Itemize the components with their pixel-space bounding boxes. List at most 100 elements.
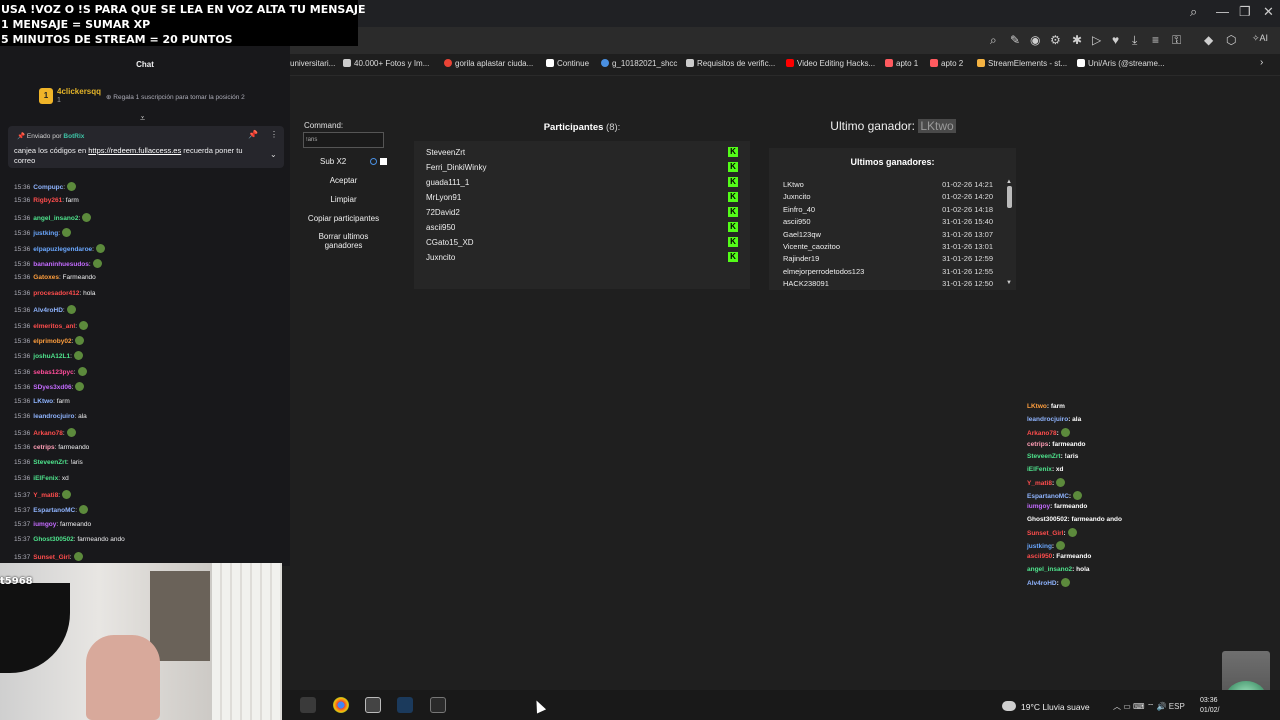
window-app-icon[interactable]: [365, 697, 381, 713]
accept-button[interactable]: Aceptar: [303, 176, 384, 185]
chat-username[interactable]: elprimoby02: [33, 338, 71, 345]
chat-username[interactable]: Gatoxes: [33, 274, 59, 281]
language-indicator[interactable]: ESP: [1169, 702, 1185, 711]
cube-icon[interactable]: ⬡: [1226, 33, 1236, 47]
chat-username[interactable]: Ghost300502: [33, 536, 73, 543]
collapse-icon[interactable]: ⩡: [140, 113, 145, 124]
volume-icon[interactable]: 🔊: [1157, 702, 1167, 711]
youtube-icon: [786, 59, 794, 67]
heart-icon[interactable]: ♥: [1112, 33, 1119, 47]
winner-row: Gael123qw 31-01-26 13:07: [783, 230, 999, 239]
command-input[interactable]: [303, 132, 384, 148]
translate-icon[interactable]: ⚙: [1050, 33, 1061, 47]
bookmark-item[interactable]: Video Editing Hacks...: [786, 59, 875, 68]
diamond-icon[interactable]: ◆: [1204, 33, 1213, 47]
kick-icon[interactable]: K: [728, 207, 738, 217]
copy-participants-button[interactable]: Copiar participantes: [303, 214, 384, 223]
bookmark-label: Requisitos de verific...: [697, 59, 776, 68]
bookmark-item[interactable]: universitari...: [290, 59, 335, 68]
chat-username[interactable]: elmeritos_anl: [33, 323, 75, 330]
minimize-icon[interactable]: —: [1216, 4, 1229, 19]
chat-username[interactable]: sebas123pyc: [33, 369, 73, 376]
steam-icon[interactable]: [397, 697, 413, 713]
pinned-by-label: Enviado por: [26, 133, 62, 140]
maximize-icon[interactable]: ❐: [1239, 4, 1251, 20]
chat-username[interactable]: leandrocjuiro: [33, 413, 74, 420]
bookmark-item[interactable]: apto 1: [885, 59, 918, 68]
chat-username[interactable]: EspartanoMC: [33, 507, 75, 514]
scroll-up-icon[interactable]: ▲: [1006, 179, 1012, 185]
pinned-by-user[interactable]: BotRix: [63, 133, 84, 140]
gifter-name[interactable]: 4clickersqq: [57, 87, 101, 96]
kick-icon[interactable]: K: [728, 162, 738, 172]
search-icon[interactable]: ⌕: [1190, 4, 1197, 20]
kick-app-icon[interactable]: [300, 697, 316, 713]
download-icon[interactable]: ⤓: [1132, 33, 1137, 48]
more-icon[interactable]: ⋮: [270, 130, 278, 139]
chat-username[interactable]: Arkano78: [33, 430, 63, 437]
zoom-icon[interactable]: ⌕: [990, 33, 997, 48]
keyboard-icon[interactable]: ⌨: [1133, 702, 1145, 711]
chat-username[interactable]: elpapuzlegendaroe: [33, 246, 92, 253]
bookmark-item[interactable]: apto 2: [930, 59, 963, 68]
chat-username[interactable]: LKtwo: [33, 398, 53, 405]
chat-username[interactable]: iumgoy: [33, 521, 56, 528]
chat-username[interactable]: cetrips: [33, 444, 54, 451]
network-icon[interactable]: ▭: [1123, 702, 1131, 711]
kick-icon[interactable]: K: [728, 222, 738, 232]
close-icon[interactable]: ✕: [1263, 4, 1274, 20]
chat-text: : hola: [79, 289, 96, 297]
chat-username[interactable]: joshuA12L1: [33, 353, 70, 360]
chrome-icon[interactable]: [333, 697, 349, 713]
lock-icon[interactable]: ⚿: [1172, 33, 1181, 48]
edit-icon[interactable]: ✎: [1010, 33, 1020, 47]
bookmark-item[interactable]: gorila aplastar ciuda...: [444, 59, 533, 68]
pinned-link[interactable]: https://redeem.fullaccess.es: [88, 146, 181, 155]
chat-username[interactable]: angel_insano2: [33, 215, 78, 222]
play-icon[interactable]: ▷: [1092, 33, 1101, 47]
chat-username[interactable]: SteveenZrt: [33, 459, 67, 466]
chat-username[interactable]: iElFenix: [33, 475, 58, 482]
chevron-down-icon[interactable]: ⌄: [270, 150, 277, 159]
chat-username[interactable]: Rigby261: [33, 197, 62, 204]
chat-username[interactable]: bananinhuesudos: [33, 261, 89, 268]
menu-icon[interactable]: ≡: [1152, 33, 1159, 47]
chevron-right-icon[interactable]: ›: [1260, 57, 1263, 68]
bookmark-item[interactable]: g_10182021_shcc: [601, 59, 677, 68]
clear-button[interactable]: Limpiar: [303, 195, 384, 204]
overlay-chat-text: :: [1056, 580, 1059, 587]
pin-icon[interactable]: 📌: [248, 130, 258, 139]
subx2-checkbox[interactable]: [380, 158, 387, 165]
clock[interactable]: 03:36 01/02/: [1200, 696, 1219, 716]
bookmark-item[interactable]: Requisitos de verific...: [686, 59, 775, 68]
bookmark-item[interactable]: StreamElements - st...: [977, 59, 1067, 68]
gift-cta[interactable]: ⊕ Regala 1 suscripción para tomar la pos…: [106, 93, 245, 101]
camera-icon[interactable]: ◉: [1030, 33, 1040, 47]
scroll-down-icon[interactable]: ▼: [1006, 280, 1012, 286]
chat-username[interactable]: justking: [33, 230, 58, 237]
bookmark-item[interactable]: 40.000+ Fotos y Im...: [343, 59, 429, 68]
extension-icon[interactable]: ✱: [1072, 33, 1082, 47]
chat-username[interactable]: SDyes3xd06: [33, 384, 71, 391]
kick-icon[interactable]: K: [728, 237, 738, 247]
delete-winners-button[interactable]: Borrar ultimos ganadores: [303, 232, 384, 250]
kick-icon[interactable]: K: [728, 192, 738, 202]
kick-icon[interactable]: K: [728, 147, 738, 157]
winners-scrollbar[interactable]: [1007, 186, 1012, 208]
chat-username[interactable]: procesador412: [33, 290, 79, 297]
kick-icon[interactable]: K: [728, 252, 738, 262]
ai-button[interactable]: ✧AI: [1252, 33, 1268, 44]
chat-username[interactable]: Y_mati8: [33, 492, 58, 499]
chat-username[interactable]: Sunset_Girl: [33, 554, 69, 561]
chevron-up-icon[interactable]: ︿: [1113, 702, 1121, 711]
chat-text: :: [62, 307, 65, 315]
wifi-icon[interactable]: ⌔: [1147, 702, 1155, 711]
chat-username[interactable]: Alv4roHD: [33, 307, 63, 314]
weather-widget[interactable]: 19°C Lluvia suave: [1002, 701, 1090, 712]
epic-games-icon[interactable]: [430, 697, 446, 713]
bookmark-item[interactable]: Uni/Aris (@streame...: [1077, 59, 1165, 68]
bookmark-item[interactable]: Continue: [546, 59, 589, 68]
chat-username[interactable]: Compupc: [33, 184, 63, 191]
subx2-option[interactable]: Sub X2: [320, 157, 387, 166]
kick-icon[interactable]: K: [728, 177, 738, 187]
